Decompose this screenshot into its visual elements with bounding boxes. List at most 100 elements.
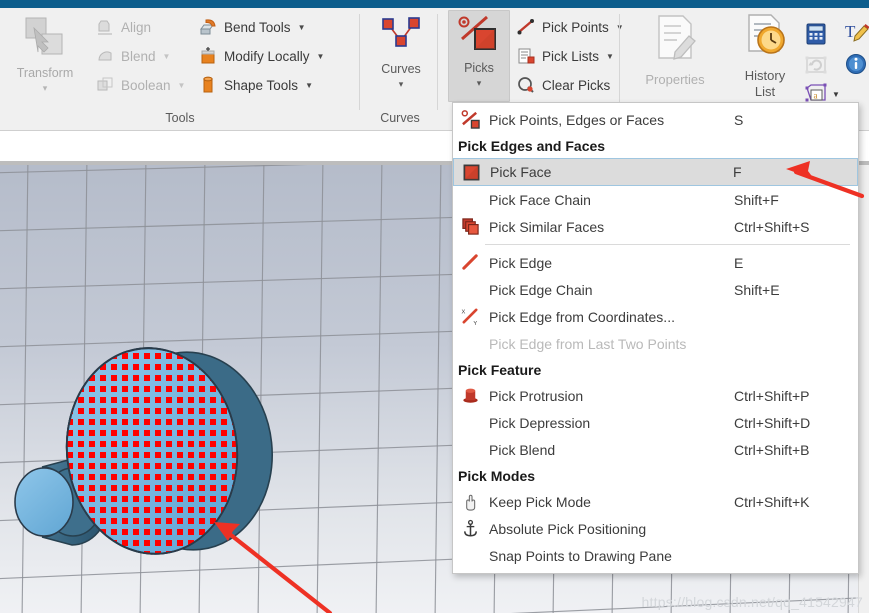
boolean-chevron-down-icon[interactable]: ▼ (178, 81, 186, 90)
transform-label: Transform (16, 66, 74, 80)
shape-tools-button[interactable]: Shape Tools ▼ (198, 72, 313, 98)
shape-tools-chevron-down-icon[interactable]: ▼ (305, 81, 313, 90)
pick-lists-button[interactable]: Pick Lists ▼ (516, 43, 614, 69)
menu-item-shortcut: Shift+E (734, 281, 780, 298)
keep-pick-mode-icon (457, 492, 483, 512)
clear-picks-icon (516, 75, 536, 95)
menu-item-label: Pick Protrusion (489, 387, 584, 404)
picks-button[interactable]: Picks ▾ (448, 10, 510, 102)
viewport-scrollbar[interactable] (858, 165, 869, 613)
menu-item-label: Pick Face (490, 164, 552, 180)
curves-group-title: Curves (380, 111, 420, 125)
menu-item-label: Keep Pick Mode (489, 493, 591, 510)
properties-button[interactable]: Properties (632, 12, 718, 106)
menu-item-label: Pick Edge (489, 254, 553, 271)
modify-locally-button[interactable]: Modify Locally ▼ (198, 43, 324, 69)
properties-label: Properties (645, 72, 705, 87)
properties-icon (647, 12, 703, 69)
menu-item-keep-pick-mode[interactable]: Keep Pick Mode Ctrl+Shift+K (453, 488, 858, 515)
bend-tools-label: Bend Tools (224, 19, 291, 35)
curves-icon (378, 14, 424, 61)
modify-locally-chevron-down-icon[interactable]: ▼ (317, 52, 325, 61)
transform-caret-icon[interactable]: ▾ (43, 83, 48, 94)
curves-label: Curves (381, 62, 421, 76)
history-list-button[interactable]: History List (722, 12, 808, 106)
menu-item-shortcut: Ctrl+Shift+D (734, 414, 811, 431)
menu-item-label: Pick Blend (489, 441, 556, 458)
watermark-text: https://blog.csdn.net/qq_41542947 (641, 594, 863, 610)
picks-label: Picks (464, 61, 494, 75)
text-edit-icon[interactable]: T (843, 20, 869, 46)
pick-edge-coordinates-icon (457, 307, 483, 327)
picks-icon (457, 15, 501, 60)
menu-item-shortcut: Ctrl+Shift+S (734, 218, 810, 235)
blend-label: Blend (121, 48, 156, 64)
menu-item-label: Pick Depression (489, 414, 591, 431)
ribbon-group-tools: Transform ▾ Align Blend ▼ Boolean ▼ Bend… (0, 8, 360, 130)
pick-points-icon (516, 17, 536, 37)
transform-button[interactable]: Transform ▾ (6, 10, 84, 106)
menu-item-icon-placeholder (457, 413, 483, 433)
group-divider (619, 14, 620, 110)
blend-button[interactable]: Blend ▼ (95, 43, 170, 69)
menu-item-pick-similar-faces[interactable]: Pick Similar Faces Ctrl+Shift+S (453, 213, 858, 240)
shape-tools-icon (198, 75, 218, 95)
menu-item-label: Pick Similar Faces (489, 218, 605, 235)
menu-section-header: Pick Modes (458, 467, 536, 484)
info-icon[interactable] (844, 52, 869, 78)
menu-item-icon-placeholder (457, 280, 483, 300)
pick-points-label: Pick Points (542, 19, 609, 35)
menu-item-pick-points-edges-or-faces[interactable]: Pick Points, Edges or Faces S (453, 106, 858, 133)
tools-group-title: Tools (165, 111, 195, 125)
menu-item-pick-edge-from-coordinates[interactable]: Pick Edge from Coordinates... (453, 303, 858, 330)
clear-picks-button[interactable]: Clear Picks (516, 72, 610, 98)
menu-item-pick-protrusion[interactable]: Pick Protrusion Ctrl+Shift+P (453, 382, 858, 409)
transform-icon (22, 14, 68, 65)
pick-lists-chevron-down-icon[interactable]: ▼ (606, 52, 614, 61)
menu-item-icon-placeholder (457, 546, 483, 566)
pick-points-button[interactable]: Pick Points ▼ (516, 14, 624, 40)
menu-item-label: Absolute Pick Positioning (489, 520, 647, 537)
calculator-icon[interactable] (804, 22, 830, 48)
application-window: Transform ▾ Align Blend ▼ Boolean ▼ Bend… (0, 0, 869, 613)
menu-item-label: Pick Edge from Last Two Points (489, 335, 687, 352)
modify-locally-label: Modify Locally (224, 48, 310, 64)
menu-item-label: Pick Face Chain (489, 191, 591, 208)
pick-edge-icon (457, 253, 483, 273)
menu-item-snap-points-to-drawing-pane[interactable]: Snap Points to Drawing Pane (453, 542, 858, 569)
blend-icon (95, 46, 115, 66)
bend-tools-chevron-down-icon[interactable]: ▼ (298, 23, 306, 32)
menu-item-pick-depression[interactable]: Pick Depression Ctrl+Shift+D (453, 409, 858, 436)
curves-caret-icon[interactable]: ▾ (399, 79, 404, 90)
pick-lists-label: Pick Lists (542, 48, 600, 64)
menu-item-shortcut: Ctrl+Shift+P (734, 387, 810, 404)
boolean-label: Boolean (121, 77, 171, 93)
picks-caret-icon[interactable]: ▾ (477, 78, 482, 89)
menu-item-icon-placeholder (457, 334, 483, 354)
pick-similar-faces-icon (457, 217, 483, 237)
menu-item-absolute-pick-positioning[interactable]: Absolute Pick Positioning (453, 515, 858, 542)
boolean-icon (95, 75, 115, 95)
menu-item-pick-blend[interactable]: Pick Blend Ctrl+Shift+B (453, 436, 858, 463)
svg-text:a: a (814, 91, 818, 101)
bend-tools-button[interactable]: Bend Tools ▼ (198, 14, 305, 40)
arrow-to-pick-face (786, 161, 865, 199)
curves-button[interactable]: Curves ▾ (362, 10, 440, 106)
menu-item-pick-edge[interactable]: Pick Edge E (453, 249, 858, 276)
group-divider (437, 14, 438, 110)
menu-item-icon-placeholder (457, 190, 483, 210)
annotate-chevron-down-icon[interactable]: ▼ (832, 90, 840, 99)
menu-item-shortcut: E (734, 254, 744, 271)
pick-face-icon (458, 162, 484, 182)
history-label-line2: List (754, 84, 776, 99)
pick-points-edges-faces-icon (457, 110, 483, 130)
align-button[interactable]: Align (95, 14, 151, 40)
menu-item-shortcut: Ctrl+Shift+K (734, 493, 810, 510)
menu-item-label: Pick Edge Chain (489, 281, 593, 298)
menu-item-pick-edge-from-last-two-points: Pick Edge from Last Two Points (453, 330, 858, 357)
menu-section-header: Pick Feature (458, 361, 542, 378)
menu-item-pick-edge-chain[interactable]: Pick Edge Chain Shift+E (453, 276, 858, 303)
blend-chevron-down-icon[interactable]: ▼ (163, 52, 171, 61)
menu-section-header: Pick Edges and Faces (458, 137, 606, 154)
boolean-button[interactable]: Boolean ▼ (95, 72, 185, 98)
